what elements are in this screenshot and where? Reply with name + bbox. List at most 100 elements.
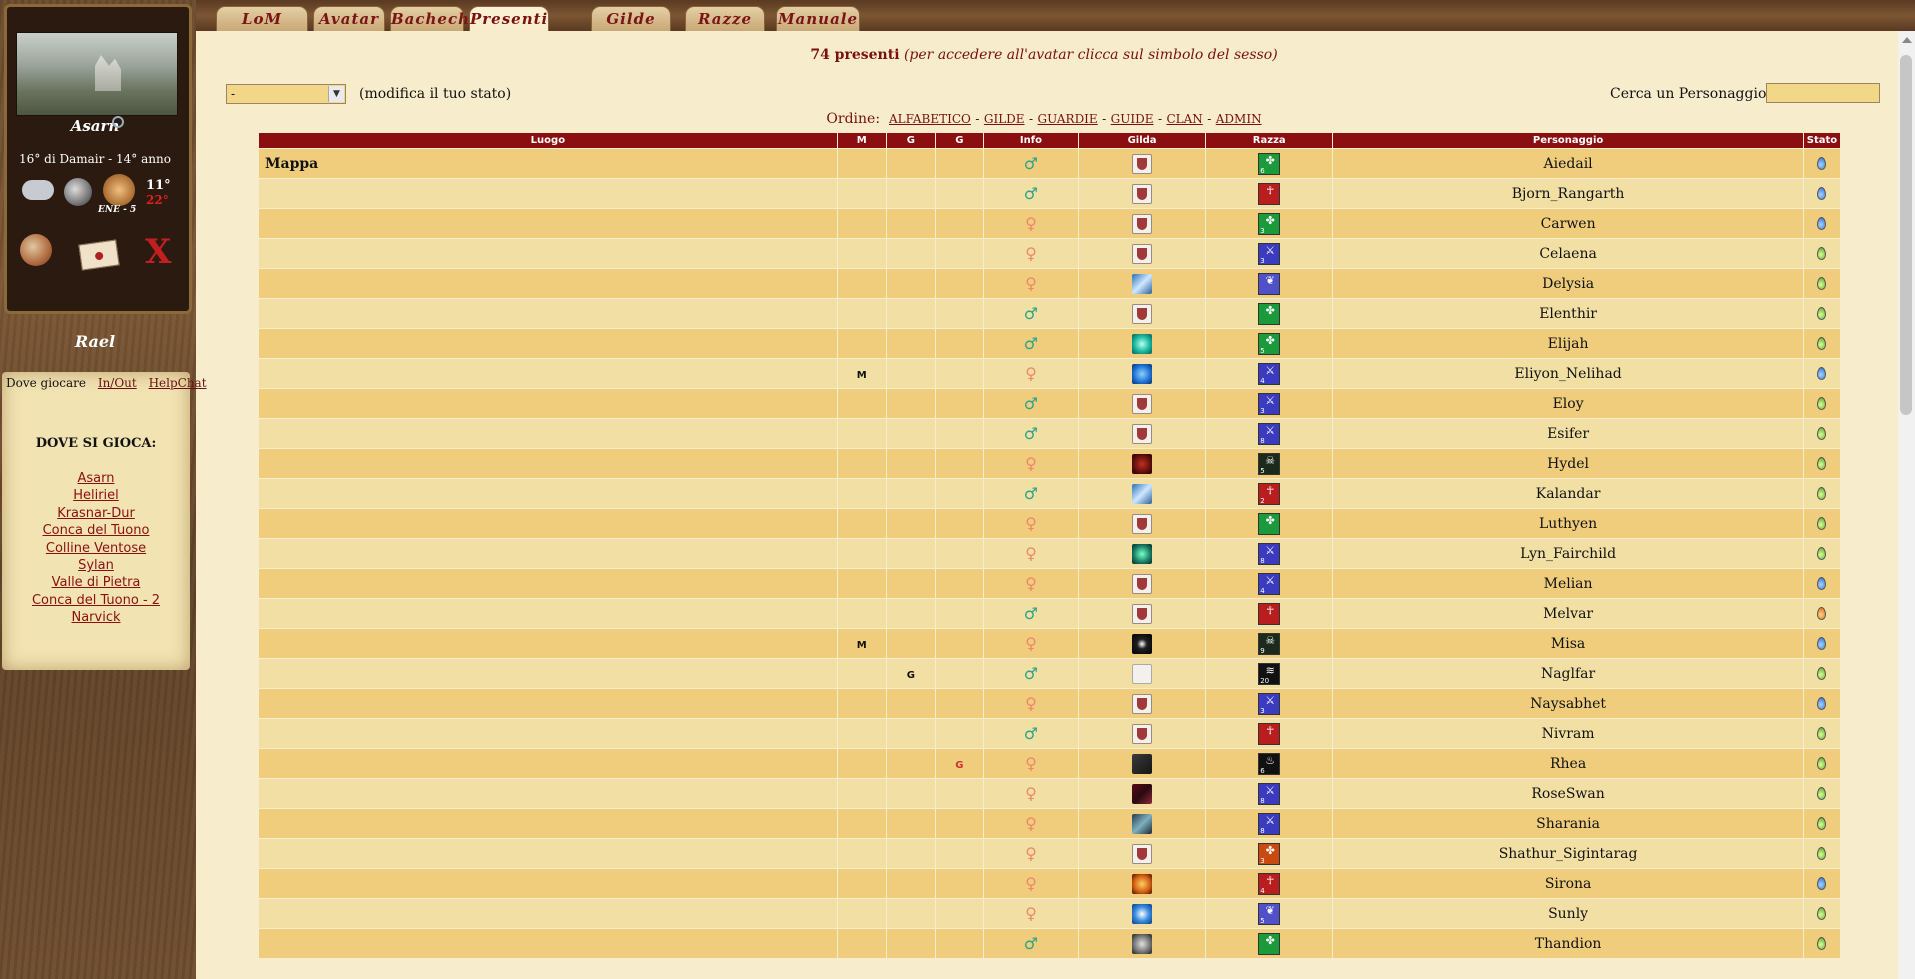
race-icon[interactable]: ⚔ 3 <box>1258 692 1281 715</box>
scroll-up-icon[interactable] <box>1902 37 1912 43</box>
order-clan[interactable]: CLAN <box>1166 112 1202 126</box>
cell-luogo[interactable] <box>259 539 837 568</box>
scrollbar[interactable] <box>1898 31 1915 979</box>
cell-luogo[interactable] <box>259 509 837 538</box>
col-luogo[interactable]: Luogo <box>259 133 837 148</box>
guild-icon[interactable] <box>1132 513 1153 534</box>
scroll-thumb[interactable] <box>1900 55 1912 415</box>
race-icon[interactable]: ⚔ 8 <box>1258 782 1281 805</box>
location-link[interactable]: Krasnar-Dur <box>2 505 190 522</box>
race-icon[interactable]: ☥ 4 <box>1258 872 1281 895</box>
race-icon[interactable]: ✤ <box>1258 302 1281 325</box>
location-link[interactable]: Asarn <box>2 470 190 487</box>
close-icon[interactable]: X <box>145 232 171 272</box>
cell-luogo[interactable] <box>259 449 837 478</box>
female-icon[interactable]: ♀ <box>1025 364 1037 383</box>
guild-icon[interactable] <box>1132 393 1153 414</box>
guild-icon[interactable] <box>1132 873 1153 894</box>
race-icon[interactable]: ⚔ 4 <box>1258 572 1281 595</box>
cell-luogo[interactable] <box>259 599 837 628</box>
cell-personaggio[interactable]: Eliyon_Nelihad <box>1333 359 1803 388</box>
cell-personaggio[interactable]: Thandion <box>1333 929 1803 958</box>
chevron-down-icon[interactable]: ▼ <box>328 86 344 102</box>
cell-luogo[interactable] <box>259 179 837 208</box>
order-guardie[interactable]: GUARDIE <box>1038 112 1098 126</box>
female-icon[interactable]: ♀ <box>1025 574 1037 593</box>
cell-personaggio[interactable]: Bjorn_Rangarth <box>1333 179 1803 208</box>
guild-icon[interactable] <box>1132 933 1153 954</box>
location-link[interactable]: Valle di Pietra <box>2 574 190 591</box>
race-icon[interactable]: ✤ 5 <box>1258 332 1281 355</box>
cell-personaggio[interactable]: Lyn_Fairchild <box>1333 539 1803 568</box>
female-icon[interactable]: ♀ <box>1025 514 1037 533</box>
cell-personaggio[interactable]: RoseSwan <box>1333 779 1803 808</box>
tab-in-out[interactable]: In/Out <box>98 376 137 390</box>
location-link[interactable]: Conca del Tuono <box>2 522 190 539</box>
cell-luogo[interactable] <box>259 839 837 868</box>
guild-icon[interactable] <box>1132 783 1153 804</box>
female-icon[interactable]: ♀ <box>1025 244 1037 263</box>
guild-icon[interactable] <box>1132 753 1153 774</box>
guild-icon[interactable] <box>1132 633 1153 654</box>
cell-personaggio[interactable]: Esifer <box>1333 419 1803 448</box>
male-icon[interactable]: ♂ <box>1024 154 1038 173</box>
cell-personaggio[interactable]: Luthyen <box>1333 509 1803 538</box>
cell-personaggio[interactable]: Eloy <box>1333 389 1803 418</box>
col-personaggio[interactable]: Personaggio <box>1333 133 1803 148</box>
cell-luogo[interactable] <box>259 779 837 808</box>
cell-luogo[interactable] <box>259 419 837 448</box>
race-icon[interactable]: ☥ <box>1258 182 1281 205</box>
tab-razze[interactable]: Razze <box>685 6 765 31</box>
race-icon[interactable]: ⚔ 3 <box>1258 392 1281 415</box>
male-icon[interactable]: ♂ <box>1024 934 1038 953</box>
cell-personaggio[interactable]: Sunly <box>1333 899 1803 928</box>
female-icon[interactable]: ♀ <box>1025 784 1037 803</box>
guild-icon[interactable] <box>1132 663 1153 684</box>
female-icon[interactable]: ♀ <box>1025 454 1037 473</box>
cell-luogo[interactable] <box>259 869 837 898</box>
cell-personaggio[interactable]: Naysabhet <box>1333 689 1803 718</box>
cell-luogo[interactable] <box>259 329 837 358</box>
female-icon[interactable]: ♀ <box>1025 874 1037 893</box>
magnifier-icon[interactable] <box>112 116 124 128</box>
guild-icon[interactable] <box>1132 273 1153 294</box>
male-icon[interactable]: ♂ <box>1024 664 1038 683</box>
cell-luogo[interactable] <box>259 209 837 238</box>
female-icon[interactable]: ♀ <box>1025 694 1037 713</box>
race-icon[interactable]: ⚔ 8 <box>1258 422 1281 445</box>
race-icon[interactable]: ☥ 2 <box>1258 482 1281 505</box>
race-icon[interactable]: ☥ <box>1258 722 1281 745</box>
guild-icon[interactable] <box>1132 573 1153 594</box>
order-guide[interactable]: GUIDE <box>1111 112 1154 126</box>
race-icon[interactable]: ☥ <box>1258 602 1281 625</box>
guild-icon[interactable] <box>1132 723 1153 744</box>
male-icon[interactable]: ♂ <box>1024 184 1038 203</box>
guild-icon[interactable] <box>1132 603 1153 624</box>
cell-luogo[interactable] <box>259 479 837 508</box>
race-icon[interactable]: ✤ 3 <box>1258 212 1281 235</box>
guild-icon[interactable] <box>1132 333 1153 354</box>
cell-luogo[interactable] <box>259 809 837 838</box>
globe-icon[interactable] <box>20 234 52 266</box>
col-m[interactable]: M <box>837 133 886 148</box>
cell-personaggio[interactable]: Misa <box>1333 629 1803 658</box>
cell-personaggio[interactable]: Shathur_Sigintarag <box>1333 839 1803 868</box>
race-icon[interactable]: ☠ 5 <box>1258 452 1281 475</box>
guild-icon[interactable] <box>1132 483 1153 504</box>
female-icon[interactable]: ♀ <box>1025 214 1037 233</box>
cell-personaggio[interactable]: Rhea <box>1333 749 1803 778</box>
col-g1[interactable]: G <box>886 133 935 148</box>
race-icon[interactable]: ♨ 6 <box>1258 752 1281 775</box>
cell-personaggio[interactable]: Elijah <box>1333 329 1803 358</box>
guild-icon[interactable] <box>1132 453 1153 474</box>
envelope-icon[interactable] <box>78 239 120 271</box>
cell-luogo[interactable] <box>259 359 837 388</box>
male-icon[interactable]: ♂ <box>1024 394 1038 413</box>
female-icon[interactable]: ♀ <box>1025 904 1037 923</box>
race-icon[interactable]: ✤ <box>1258 512 1281 535</box>
race-icon[interactable]: ≋ 20 <box>1258 662 1281 685</box>
guild-icon[interactable] <box>1132 183 1153 204</box>
guild-icon[interactable] <box>1132 153 1153 174</box>
guild-icon[interactable] <box>1132 543 1153 564</box>
cell-personaggio[interactable]: Hydel <box>1333 449 1803 478</box>
